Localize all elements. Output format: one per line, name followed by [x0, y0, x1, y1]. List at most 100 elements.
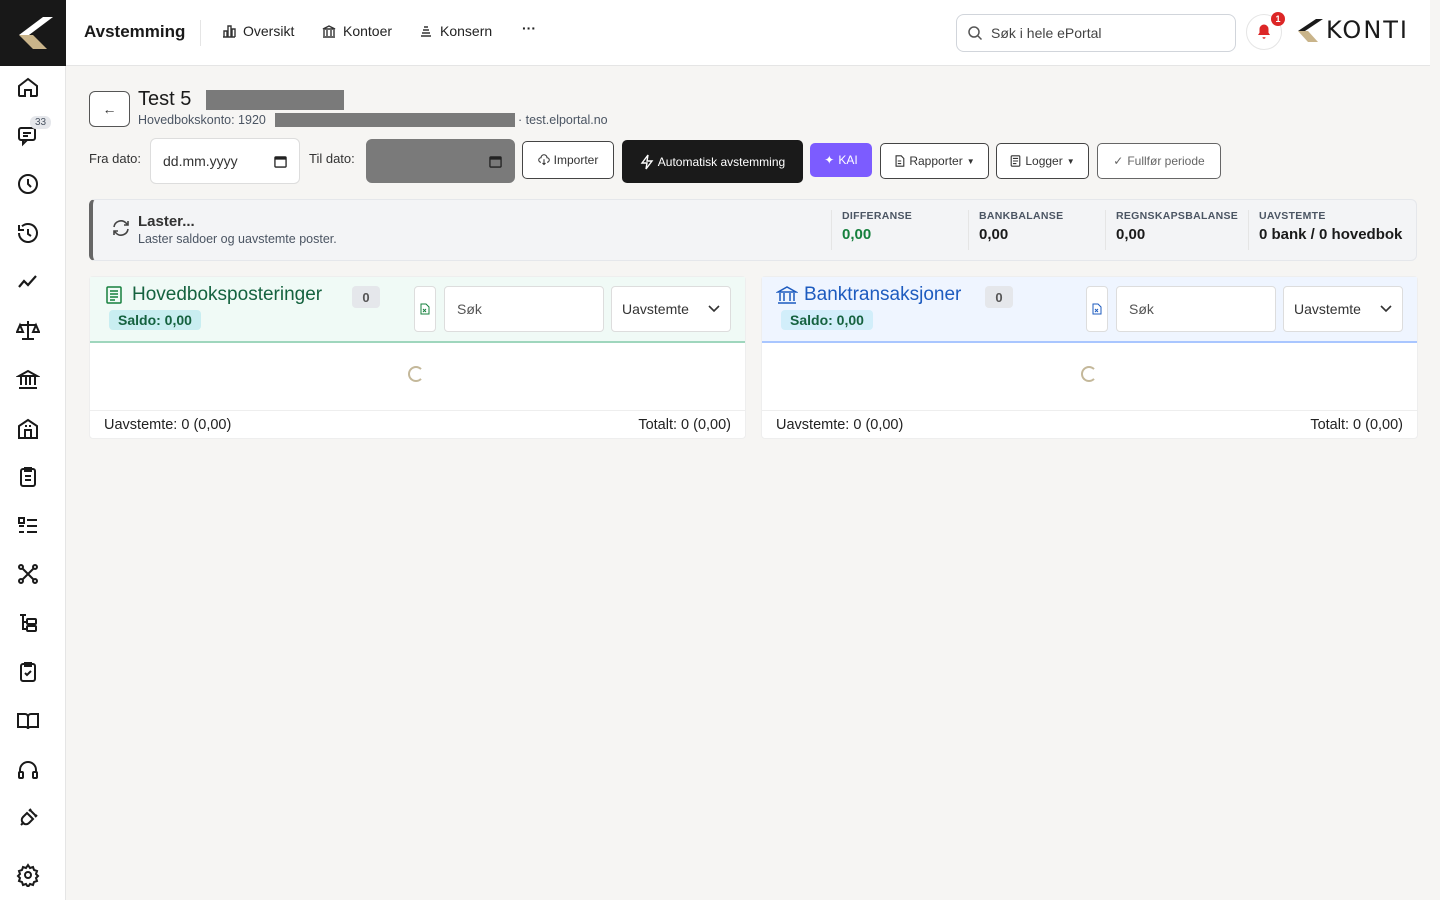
bank-search-input[interactable] — [1116, 286, 1276, 332]
from-date-label: Fra dato: — [89, 151, 142, 166]
redacted-block — [275, 113, 515, 127]
ledger-filter-value: Uavstemte — [622, 301, 689, 317]
loading-spinner — [1081, 366, 1097, 382]
log-icon — [1011, 155, 1021, 167]
ledger-unreconciled: Uavstemte: 0 (0,00) — [104, 416, 232, 433]
from-date-field[interactable]: dd.mm.yyyy — [150, 138, 300, 184]
more-menu-button[interactable]: ··· — [522, 20, 536, 36]
settings-icon[interactable] — [14, 861, 42, 889]
nav-kontoer[interactable]: Kontoer — [321, 23, 392, 39]
bank-export-button[interactable] — [1086, 286, 1108, 332]
building-icon[interactable] — [14, 415, 42, 443]
nav-konsern-label: Konsern — [440, 23, 493, 39]
caret-down-icon: ▼ — [966, 156, 975, 166]
metric-bank-balance: BANKBALANSE 0,00 — [968, 210, 1098, 250]
to-date-field[interactable] — [366, 139, 515, 183]
bank-panel: Banktransaksjoner 0 Saldo: 0,00 Uavstemt… — [761, 276, 1418, 439]
refresh-icon — [113, 220, 129, 236]
clock-icon[interactable] — [14, 170, 42, 198]
import-button[interactable]: Importer — [522, 141, 614, 179]
search-input[interactable] — [991, 25, 1211, 41]
headset-icon[interactable] — [14, 756, 42, 784]
kai-label: KAI — [838, 153, 858, 167]
metric-label: UAVSTEMTE — [1259, 210, 1326, 222]
logs-button[interactable]: Logger ▼ — [996, 143, 1089, 179]
ledger-panel: Hovedboksposteringer 0 Saldo: 0,00 Uavst… — [89, 276, 746, 439]
reports-button[interactable]: Rapporter ▼ — [880, 143, 989, 179]
clipboard-check-icon[interactable] — [14, 658, 42, 686]
auto-reconcile-label: Automatisk avstemming — [657, 154, 786, 169]
divider — [200, 20, 201, 46]
sidebar: 33 — [0, 0, 66, 900]
nav-konsern[interactable]: Konsern — [418, 23, 492, 39]
import-label: Importer — [553, 153, 599, 167]
search-icon — [968, 26, 983, 41]
kai-button[interactable]: ✦ KAI — [810, 143, 872, 177]
bank-total: Totalt: 0 (0,00) — [1310, 416, 1403, 433]
konti-mark-icon — [19, 17, 53, 49]
plug-icon[interactable] — [14, 804, 42, 832]
bank-panel-footer: Uavstemte: 0 (0,00) Totalt: 0 (0,00) — [762, 410, 1417, 438]
status-text: Laster saldoer og uavstemte poster. — [138, 232, 337, 246]
list-icon[interactable] — [14, 512, 42, 540]
bank-filter-select[interactable]: Uavstemte — [1283, 286, 1403, 332]
back-button[interactable]: ← — [89, 91, 130, 127]
ledger-panel-footer: Uavstemte: 0 (0,00) Totalt: 0 (0,00) — [90, 410, 745, 438]
metric-value: 0 bank / 0 hovedbok — [1259, 226, 1403, 243]
calendar-icon[interactable] — [489, 155, 502, 168]
ledger-panel-header: Hovedboksposteringer 0 Saldo: 0,00 Uavst… — [90, 277, 745, 343]
book-icon[interactable] — [14, 707, 42, 735]
page-title: Avstemming — [84, 22, 186, 41]
messages-badge: 33 — [30, 116, 52, 129]
ledger-title: Hovedboksposteringer — [132, 284, 323, 305]
brand-logo[interactable] — [0, 0, 66, 66]
ledger-search-input[interactable] — [444, 286, 604, 332]
ledger-count-badge: 0 — [352, 286, 380, 308]
account-name: Test 5 — [138, 88, 192, 110]
finish-period-button[interactable]: ✓ Fullfør periode — [1097, 143, 1221, 179]
from-date-placeholder: dd.mm.yyyy — [163, 153, 238, 169]
nav-kontoer-label: Kontoer — [343, 23, 393, 39]
bank-icon[interactable] — [14, 365, 42, 393]
ledger-export-button[interactable] — [414, 286, 436, 332]
bank-count-badge: 0 — [985, 286, 1013, 308]
bank-title: Banktransaksjoner — [804, 284, 962, 305]
status-bar: Laster... Laster saldoer og uavstemte po… — [89, 199, 1417, 261]
logs-label: Logger — [1025, 154, 1063, 168]
account-domain: · test.elportal.no — [518, 113, 608, 127]
bank-icon — [776, 286, 798, 304]
sparkle-icon: ✦ — [824, 153, 835, 167]
metric-difference: DIFFERANSE 0,00 — [831, 210, 961, 250]
network-icon[interactable] — [14, 560, 42, 588]
metric-value: 0,00 — [979, 226, 1009, 243]
status-title: Laster... — [138, 213, 195, 230]
bank-icon — [322, 25, 336, 38]
notifications-badge: 1 — [1271, 12, 1285, 26]
excel-icon — [1092, 303, 1102, 315]
metric-unreconciled: UAVSTEMTE 0 bank / 0 hovedbok — [1248, 210, 1413, 250]
global-search[interactable] — [956, 14, 1236, 52]
ledger-icon — [106, 286, 122, 304]
chevron-down-icon — [708, 305, 720, 313]
bank-filter-value: Uavstemte — [1294, 301, 1361, 317]
logo-text: KONTI — [1326, 16, 1410, 44]
caret-down-icon: ▼ — [1066, 156, 1075, 166]
home-icon[interactable] — [14, 73, 42, 101]
auto-reconcile-button[interactable]: Automatisk avstemming — [622, 140, 803, 183]
excel-icon — [420, 303, 430, 315]
check-icon: ✓ — [1113, 154, 1124, 168]
scale-icon[interactable] — [14, 316, 42, 344]
clipboard-list-icon[interactable] — [14, 463, 42, 491]
arrow-left-icon: ← — [102, 101, 117, 117]
bell-icon — [1258, 24, 1270, 39]
trend-icon[interactable] — [14, 268, 42, 296]
metric-value: 0,00 — [1116, 226, 1146, 243]
nav-oversikt[interactable]: Oversikt — [221, 23, 294, 39]
metric-label: REGNSKAPSBALANSE — [1116, 210, 1239, 222]
calendar-icon[interactable] — [274, 155, 287, 168]
hierarchy-icon[interactable] — [14, 609, 42, 637]
chevron-down-icon — [1380, 305, 1392, 313]
history-icon[interactable] — [14, 219, 42, 247]
ledger-account: Hovedbokskonto: 1920 — [138, 113, 266, 127]
ledger-filter-select[interactable]: Uavstemte — [611, 286, 731, 332]
